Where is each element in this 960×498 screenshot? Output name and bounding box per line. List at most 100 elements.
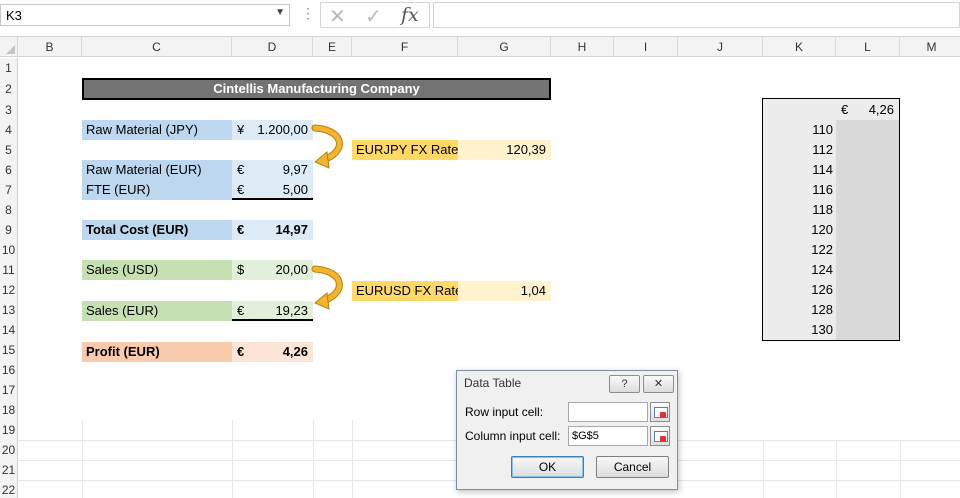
data-table-input[interactable]: 120	[763, 220, 833, 240]
data-table-input[interactable]: 110	[763, 120, 833, 140]
function-icon[interactable]: fx	[401, 4, 419, 26]
eurjpy-value[interactable]: 120,39	[458, 140, 551, 160]
col-header-i[interactable]: I	[614, 37, 678, 57]
chevron-down-icon[interactable]: ▼	[275, 7, 285, 18]
row-header-8[interactable]: 8	[0, 200, 18, 220]
row-header-6[interactable]: 6	[0, 160, 18, 180]
enter-icon[interactable]: ✓	[365, 4, 382, 29]
data-table-input[interactable]: 122	[763, 240, 833, 260]
row-header-10[interactable]: 10	[0, 240, 18, 260]
col-header-h[interactable]: H	[551, 37, 614, 57]
row-header-16[interactable]: 16	[0, 360, 18, 380]
cancel-button[interactable]: Cancel	[596, 456, 669, 478]
row-header-22[interactable]: 22	[0, 480, 18, 498]
row-header-11[interactable]: 11	[0, 260, 18, 280]
row-input-field[interactable]	[568, 402, 648, 422]
data-table-input[interactable]: 126	[763, 280, 833, 300]
raw-material-jpy-label[interactable]: Raw Material (JPY)	[82, 120, 232, 140]
gridline	[900, 440, 901, 498]
col-header-m[interactable]: M	[900, 37, 960, 57]
row-header-3[interactable]: 3	[0, 100, 18, 120]
total-cost-cell[interactable]: € 14,97	[232, 220, 313, 240]
row-header-19[interactable]: 19	[0, 420, 18, 440]
close-icon: ✕	[653, 378, 664, 390]
fte-eur-cell[interactable]: € 5,00	[232, 180, 313, 200]
row-header-21[interactable]: 21	[0, 460, 18, 480]
row-input-ref-icon[interactable]	[650, 402, 670, 422]
row-header-20[interactable]: 20	[0, 440, 18, 460]
row-header-2[interactable]: 2	[0, 78, 18, 100]
col-header-c[interactable]: C	[82, 37, 232, 57]
name-box-value: K3	[6, 8, 22, 23]
data-table-input[interactable]: 112	[763, 140, 833, 160]
close-button[interactable]: ✕	[643, 375, 674, 393]
row-header-4[interactable]: 4	[0, 120, 18, 140]
formula-input[interactable]	[433, 2, 960, 28]
row-header-9[interactable]: 9	[0, 220, 18, 240]
column-input-label: Column input cell:	[465, 429, 561, 443]
col-header-l[interactable]: L	[836, 37, 900, 57]
currency-symbol: €	[237, 344, 245, 359]
gridline	[352, 420, 353, 498]
fte-eur-label[interactable]: FTE (EUR)	[82, 180, 232, 200]
row-header-7[interactable]: 7	[0, 180, 18, 200]
sales-usd-value: 20,00	[275, 262, 308, 277]
sales-eur-label[interactable]: Sales (EUR)	[82, 301, 232, 321]
curved-arrow-icon	[311, 124, 343, 169]
row-header-14[interactable]: 14	[0, 320, 18, 340]
data-table-results-column[interactable]	[836, 120, 899, 340]
data-table-header-cell[interactable]: € 4,26	[836, 99, 899, 119]
row-header-1[interactable]: 1	[0, 58, 18, 78]
eurjpy-label[interactable]: EURJPY FX Rate	[352, 140, 458, 160]
sales-usd-cell[interactable]: $ 20,00	[232, 260, 313, 280]
col-header-e[interactable]: E	[313, 37, 352, 57]
row-header-12[interactable]: 12	[0, 280, 18, 300]
currency-symbol: €	[841, 102, 849, 117]
column-input-ref-icon[interactable]	[650, 426, 670, 446]
cancel-icon[interactable]: ✕	[329, 4, 346, 29]
data-table-input[interactable]: 118	[763, 200, 833, 220]
more-options-icon[interactable]: ⋮	[301, 5, 315, 22]
col-header-d[interactable]: D	[232, 37, 313, 57]
row-header-18[interactable]: 18	[0, 400, 18, 420]
col-header-g[interactable]: G	[458, 37, 551, 57]
help-button[interactable]: ?	[609, 375, 640, 393]
data-table-input[interactable]: 114	[763, 160, 833, 180]
col-header-j[interactable]: J	[678, 37, 763, 57]
currency-symbol: €	[237, 162, 245, 177]
data-table-input[interactable]: 130	[763, 320, 833, 340]
raw-material-jpy-cell[interactable]: ¥ 1.200,00	[232, 120, 313, 140]
eurusd-label[interactable]: EURUSD FX Rate	[352, 281, 462, 301]
ok-button[interactable]: OK	[511, 456, 584, 478]
total-cost-label[interactable]: Total Cost (EUR)	[82, 220, 232, 240]
company-title[interactable]: Cintellis Manufacturing Company	[82, 78, 551, 100]
data-table-input[interactable]: 116	[763, 180, 833, 200]
select-all-corner[interactable]	[0, 37, 18, 57]
gridline	[763, 440, 764, 498]
profit-label[interactable]: Profit (EUR)	[82, 342, 232, 362]
row-input-label: Row input cell:	[465, 405, 544, 419]
sales-eur-cell[interactable]: € 19,23	[232, 301, 313, 321]
sales-usd-label[interactable]: Sales (USD)	[82, 260, 232, 280]
gridline	[836, 440, 837, 498]
total-cost-value: 14,97	[275, 222, 308, 237]
col-header-k[interactable]: K	[763, 37, 836, 57]
data-table-input[interactable]: 124	[763, 260, 833, 280]
raw-material-eur-label[interactable]: Raw Material (EUR)	[82, 160, 232, 180]
data-table-input[interactable]: 128	[763, 300, 833, 320]
row-header-15[interactable]: 15	[0, 340, 18, 360]
curved-arrow-icon	[311, 265, 343, 310]
name-box[interactable]: K3 ▼	[0, 4, 290, 26]
gridline	[82, 420, 83, 498]
column-input-field[interactable]: $G$5	[568, 426, 648, 446]
row-header-5[interactable]: 5	[0, 140, 18, 160]
col-header-f[interactable]: F	[352, 37, 458, 57]
row-header-13[interactable]: 13	[0, 300, 18, 320]
formula-buttons: ✕ ✓ fx	[320, 2, 430, 28]
eurusd-value[interactable]: 1,04	[458, 281, 551, 301]
currency-symbol: €	[237, 303, 245, 318]
raw-material-eur-cell[interactable]: € 9,97	[232, 160, 313, 180]
col-header-b[interactable]: B	[18, 37, 82, 57]
profit-cell[interactable]: € 4,26	[232, 342, 313, 362]
row-header-17[interactable]: 17	[0, 380, 18, 400]
